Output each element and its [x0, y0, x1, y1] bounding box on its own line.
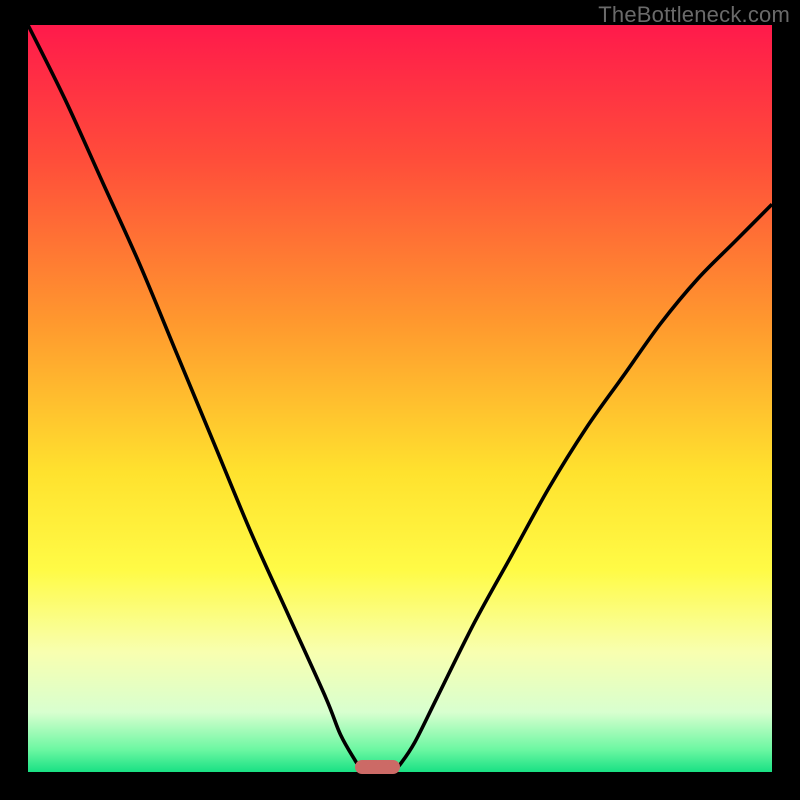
chart-frame: TheBottleneck.com [0, 0, 800, 800]
curves-svg [28, 25, 772, 772]
right-curve [393, 204, 772, 772]
bottleneck-marker [355, 760, 400, 774]
watermark-text: TheBottleneck.com [598, 2, 790, 28]
left-curve [28, 25, 363, 772]
